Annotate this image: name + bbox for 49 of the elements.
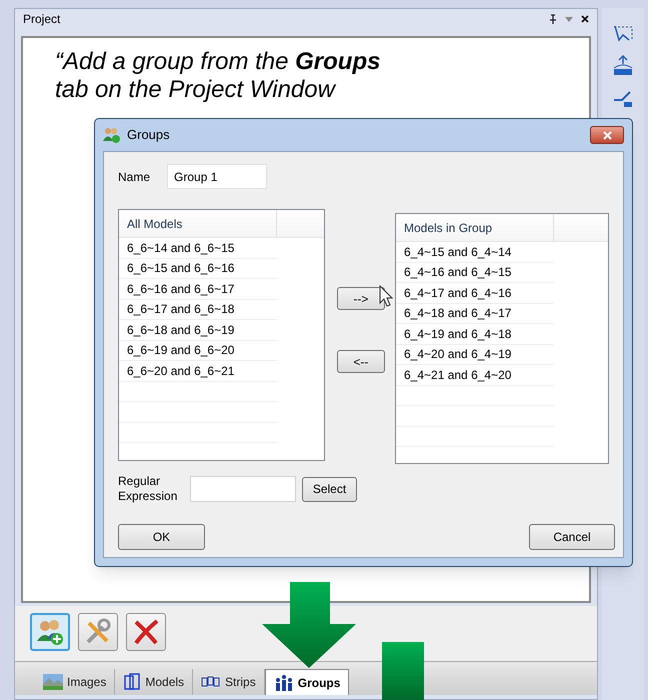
tab[interactable]: Groups <box>264 669 350 695</box>
dropdown-icon[interactable] <box>565 16 573 22</box>
tool-button[interactable] <box>78 613 118 651</box>
down-arrow-drawing <box>382 642 424 700</box>
pages-icon <box>123 673 142 691</box>
close-icon <box>602 130 612 140</box>
tool-button[interactable] <box>126 613 166 651</box>
list-item[interactable]: 6_4~20 and 6_4~19 <box>396 345 520 364</box>
list-item[interactable]: 6_6~17 and 6_6~18 <box>119 300 242 318</box>
panel-title: Project <box>23 11 60 28</box>
people-add-icon <box>103 127 121 143</box>
list-item[interactable]: 6_6~20 and 6_6~21 <box>119 362 242 380</box>
list-item[interactable]: 6_6~19 and 6_6~20 <box>119 341 242 360</box>
regex-field[interactable] <box>190 476 296 502</box>
cad-upload-icon[interactable] <box>612 54 634 76</box>
list-item[interactable]: 6_6~15 and 6_6~16 <box>119 259 242 278</box>
list-item[interactable]: 6_6~14 and 6_6~15 <box>119 238 242 257</box>
caption-text: tab on the Project Window <box>55 76 335 104</box>
mouse-pointer-icon <box>379 285 393 307</box>
list-item[interactable]: 6_4~18 and 6_4~17 <box>396 304 520 322</box>
list-item[interactable]: 6_6~18 and 6_6~19 <box>119 320 242 339</box>
regex-label: Regular Expression <box>118 474 178 504</box>
add-button[interactable]: --> <box>336 287 385 310</box>
cancel-button[interactable]: Cancel <box>529 524 615 550</box>
name-field[interactable]: Group 1 <box>167 164 268 189</box>
tab[interactable]: Images <box>35 669 116 695</box>
list-item[interactable]: 6_6~16 and 6_6~17 <box>119 280 242 298</box>
column-header: Models in Group <box>396 214 554 241</box>
tab[interactable]: Models <box>115 669 194 695</box>
close-button[interactable] <box>590 126 624 144</box>
select-region-icon[interactable] <box>612 24 634 44</box>
list-item[interactable]: 6_4~19 and 6_4~18 <box>396 324 520 343</box>
caption-text: “Add a group from the Groups <box>55 48 380 76</box>
list-item[interactable]: 6_4~15 and 6_4~14 <box>396 242 520 261</box>
select-button[interactable]: Select <box>302 476 357 502</box>
list-item[interactable]: 6_4~16 and 6_4~15 <box>396 263 520 282</box>
tool-button[interactable] <box>30 613 70 651</box>
list-item[interactable]: 6_4~17 and 6_4~16 <box>396 284 520 302</box>
list-item[interactable]: 6_4~21 and 6_4~20 <box>396 366 520 384</box>
column-header: All Models <box>119 210 277 237</box>
name-label: Name <box>118 168 150 186</box>
ok-button[interactable]: OK <box>118 524 205 550</box>
close-icon[interactable] <box>581 15 589 23</box>
people-add-icon <box>35 617 65 647</box>
dialog-title: Groups <box>127 126 170 144</box>
strips-icon <box>201 676 222 688</box>
remove-button[interactable]: <-- <box>336 350 385 373</box>
pin-icon[interactable] <box>549 14 557 24</box>
people-icon <box>274 674 294 692</box>
